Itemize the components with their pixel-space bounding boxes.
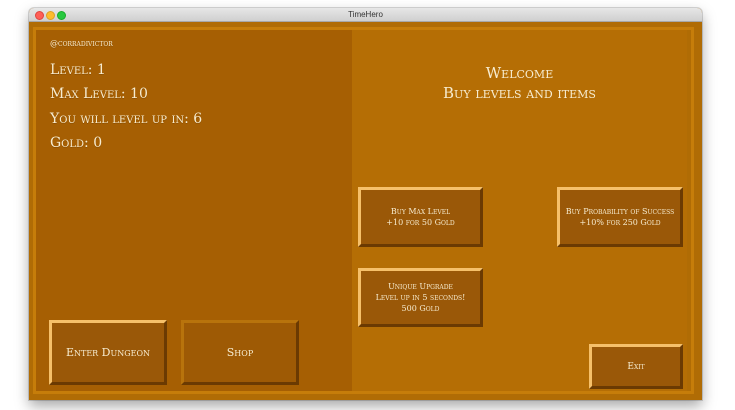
unique-upgrade-price: 500 Gold	[401, 304, 440, 313]
welcome-title: Welcome	[485, 64, 554, 82]
buy-probability-title: Buy Probability of Success	[565, 207, 675, 216]
gold-label: Gold: 0	[50, 135, 103, 151]
buy-probability-button[interactable]: Buy Probability of Success +10% for 250 …	[557, 187, 683, 247]
shop-label: Shop	[226, 346, 254, 359]
max-level-label: Max Level: 10	[50, 86, 148, 102]
buy-probability-price: +10% for 250 Gold	[579, 218, 661, 227]
exit-button[interactable]: Exit	[589, 344, 683, 389]
app-window: TimeHero @corradivictor Level: 1 Max Lev…	[29, 8, 702, 400]
unique-upgrade-title: Unique Upgrade	[388, 282, 453, 291]
enter-dungeon-label: Enter Dungeon	[65, 346, 151, 359]
buy-max-level-button[interactable]: Buy Max Level +10 for 50 Gold	[358, 187, 483, 247]
shop-button[interactable]: Shop	[181, 320, 299, 385]
buy-max-level-price: +10 for 50 Gold	[386, 218, 455, 227]
level-label: Level: 1	[50, 62, 106, 78]
enter-dungeon-button[interactable]: Enter Dungeon	[49, 320, 167, 385]
username-label: @corradivictor	[50, 39, 113, 48]
shop-welcome-heading: Welcome Buy levels and items	[352, 63, 687, 103]
exit-label: Exit	[627, 361, 645, 372]
buy-max-level-title: Buy Max Level	[390, 207, 451, 216]
title-bar[interactable]: TimeHero	[29, 8, 702, 22]
welcome-subtitle: Buy levels and items	[443, 84, 596, 102]
unique-upgrade-description: Level up in 5 seconds!	[375, 293, 466, 302]
window-title: TimeHero	[348, 10, 383, 19]
level-up-countdown-label: You will level up in: 6	[50, 111, 203, 127]
unique-upgrade-button[interactable]: Unique Upgrade Level up in 5 seconds! 50…	[358, 268, 483, 327]
